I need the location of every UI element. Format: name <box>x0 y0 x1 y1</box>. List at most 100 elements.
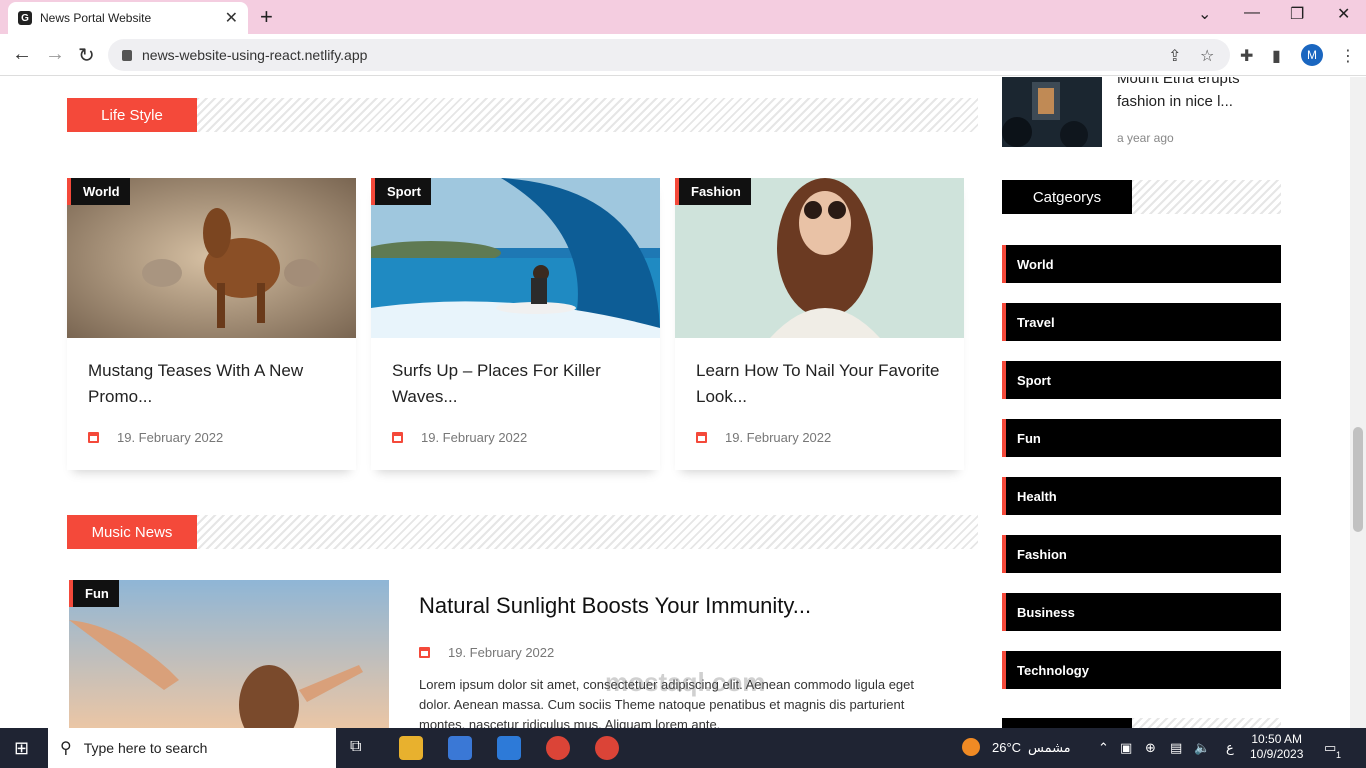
card-title[interactable]: Mustang Teases With A New Promo... <box>88 358 338 410</box>
featured-post-image[interactable]: Fun <box>69 580 389 728</box>
date-text: 19. February 2022 <box>117 430 224 445</box>
notification-count: 1 <box>1336 750 1342 760</box>
lifestyle-section-header: Life Style <box>67 98 978 132</box>
card-date: 19. February 2022 <box>88 430 223 445</box>
restore-icon[interactable]: ❐ <box>1290 4 1304 24</box>
window-close-icon[interactable]: ✕ <box>1337 4 1350 24</box>
forward-icon[interactable]: → <box>45 43 65 66</box>
clock-time: 10:50 AM <box>1251 732 1303 746</box>
category-technology[interactable]: Technology <box>1002 651 1281 689</box>
network-icon[interactable]: ▤ <box>1170 740 1182 756</box>
search-icon: ⚲ <box>60 740 72 757</box>
card-image: Sport <box>371 178 660 338</box>
card-image: Fashion <box>675 178 964 338</box>
weather-icon[interactable] <box>962 738 980 756</box>
date-text: 19. February 2022 <box>421 430 528 445</box>
category-travel[interactable]: Travel <box>1002 303 1281 341</box>
category-world[interactable]: World <box>1002 245 1281 283</box>
section-label <box>1002 718 1132 728</box>
sidebar-post-title[interactable]: Mount Etna erupts fashion in nice l... <box>1117 77 1287 113</box>
header-stripes <box>197 98 978 132</box>
date-text: 19. February 2022 <box>725 430 832 445</box>
reload-icon[interactable]: ↻ <box>78 43 95 68</box>
card-date: 19. February 2022 <box>392 430 527 445</box>
file-explorer-icon[interactable] <box>399 736 423 760</box>
taskbar-search[interactable]: ⚲ Type here to search <box>48 728 336 768</box>
category-badge[interactable]: Fun <box>69 580 119 607</box>
task-view-icon[interactable]: ⧉ <box>350 738 361 756</box>
new-tab-icon[interactable]: + <box>260 4 273 30</box>
sidebar-post-thumbnail[interactable] <box>1002 77 1102 147</box>
news-card[interactable]: Sport Surfs Up – Places For Killer Waves… <box>371 178 660 470</box>
mail-icon[interactable] <box>497 736 521 760</box>
category-badge[interactable]: Sport <box>371 178 431 205</box>
category-health[interactable]: Health <box>1002 477 1281 515</box>
category-fashion[interactable]: Fashion <box>1002 535 1281 573</box>
tab-title: News Portal Website <box>40 11 152 25</box>
language-indicator[interactable]: ع <box>1226 740 1234 756</box>
header-stripes <box>1132 180 1281 214</box>
volume-icon[interactable]: 🔈 <box>1194 740 1210 756</box>
category-badge[interactable]: Fashion <box>675 178 751 205</box>
address-bar[interactable]: news-website-using-react.netlify.app <box>108 39 1230 71</box>
featured-post-date: 19. February 2022 <box>419 645 554 660</box>
page-viewport: Mount Etna erupts fashion in nice l... a… <box>0 77 1350 728</box>
browser-tab[interactable]: G News Portal Website ✕ <box>8 2 248 34</box>
section-label: Catgeorys <box>1002 180 1132 214</box>
calendar-icon <box>392 432 403 443</box>
date-text: 19. February 2022 <box>448 645 555 660</box>
browser-toolbar: ← → ↻ news-website-using-react.netlify.a… <box>0 34 1366 76</box>
category-fun[interactable]: Fun <box>1002 419 1281 457</box>
header-stripes <box>1132 718 1281 728</box>
category-business[interactable]: Business <box>1002 593 1281 631</box>
category-badge[interactable]: World <box>67 178 130 205</box>
notification-icon[interactable]: ▭ <box>1324 740 1336 756</box>
chrome-icon[interactable] <box>546 736 570 760</box>
store-icon[interactable] <box>448 736 472 760</box>
back-icon[interactable]: ← <box>12 43 32 66</box>
minimize-icon[interactable]: — <box>1244 4 1260 22</box>
calendar-icon <box>419 647 430 658</box>
tray-chevron-icon[interactable]: ⌃ <box>1098 740 1109 756</box>
card-title[interactable]: Surfs Up – Places For Killer Waves... <box>392 358 642 410</box>
profile-avatar[interactable]: M <box>1301 44 1323 66</box>
sidebar-post-title-line: fashion in nice l... <box>1117 93 1233 110</box>
windows-start-icon[interactable]: ⊞ <box>14 738 29 759</box>
tab-search-icon[interactable]: ⌄ <box>1198 4 1211 24</box>
clock[interactable]: 10:50 AM 10/9/2023 <box>1250 732 1303 762</box>
search-placeholder: Type here to search <box>83 740 208 756</box>
card-image: World <box>67 178 356 338</box>
card-date: 19. February 2022 <box>696 430 831 445</box>
calendar-icon <box>88 432 99 443</box>
sidebar-post-title-line: Mount Etna erupts <box>1117 77 1240 87</box>
news-card[interactable]: World Mustang Teases With A New Promo...… <box>67 178 356 470</box>
close-tab-icon[interactable]: ✕ <box>225 8 238 28</box>
clock-date: 10/9/2023 <box>1250 747 1304 761</box>
extensions-icon[interactable]: ✚ <box>1240 46 1253 66</box>
museum-photo-image <box>1002 77 1102 147</box>
section-label: Life Style <box>67 98 197 132</box>
card-title[interactable]: Learn How To Nail Your Favorite Look... <box>696 358 946 410</box>
lock-icon <box>122 49 132 61</box>
categories-header: Catgeorys <box>1002 180 1281 214</box>
section-label: Music News <box>67 515 197 549</box>
chrome-profile-icon[interactable] <box>595 736 619 760</box>
share-icon[interactable]: ⇪ <box>1168 46 1181 66</box>
weather-temp[interactable]: 26°C <box>992 740 1021 755</box>
news-card[interactable]: Fashion Learn How To Nail Your Favorite … <box>675 178 964 470</box>
tray-plus-icon[interactable]: ⊕ <box>1145 740 1156 756</box>
music-section-header: Music News <box>67 515 978 549</box>
bookmark-star-icon[interactable]: ☆ <box>1200 46 1214 66</box>
taskbar: ⊞ ⚲ Type here to search ⧉ 26°C مشمس ⌃ ▣ … <box>0 728 1366 768</box>
side-panel-icon[interactable]: ▮ <box>1272 46 1281 66</box>
next-section-header <box>1002 718 1281 728</box>
url-text: news-website-using-react.netlify.app <box>142 47 368 63</box>
page-scrollbar[interactable] <box>1350 77 1366 728</box>
watermark: mostaql.com <box>605 667 766 697</box>
category-sport[interactable]: Sport <box>1002 361 1281 399</box>
menu-kebab-icon[interactable]: ⋮ <box>1340 46 1356 66</box>
calendar-icon <box>696 432 707 443</box>
featured-post-title[interactable]: Natural Sunlight Boosts Your Immunity... <box>419 593 811 619</box>
tray-app-icon[interactable]: ▣ <box>1120 740 1132 756</box>
scrollbar-thumb[interactable] <box>1353 427 1363 532</box>
